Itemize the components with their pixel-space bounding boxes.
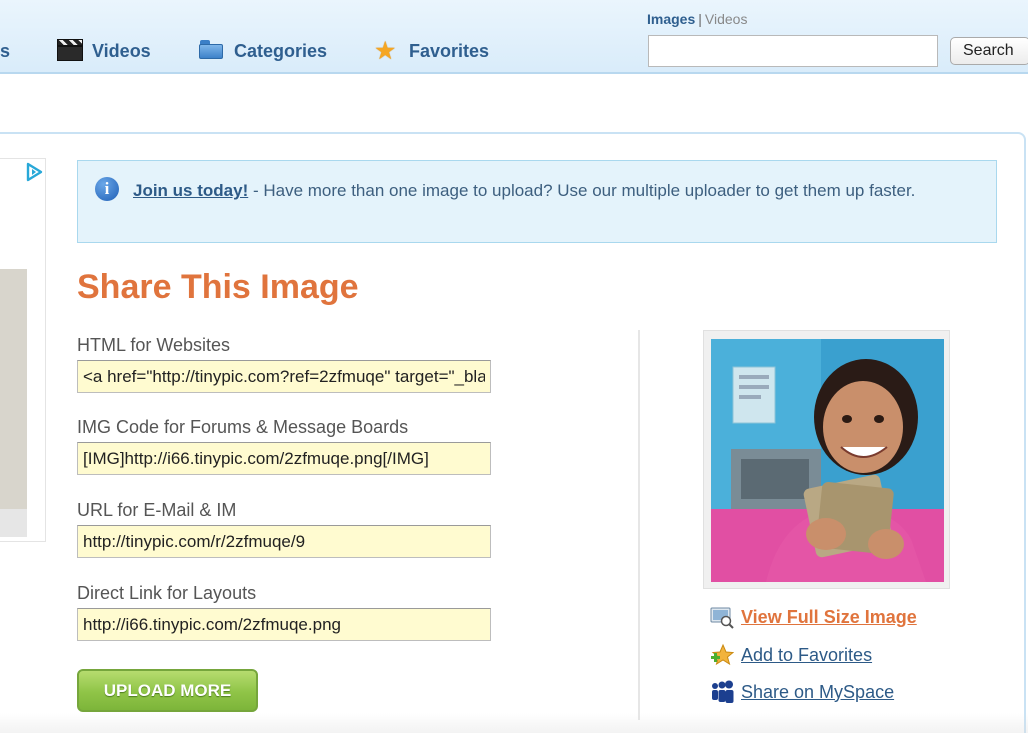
share-on-myspace-link[interactable]: Share on MySpace — [741, 682, 894, 703]
add-to-favorites-link[interactable]: Add to Favorites — [741, 645, 872, 666]
search-tab-separator: | — [698, 11, 702, 27]
info-message: - Have more than one image to upload? Us… — [248, 181, 916, 200]
sidebar-ad[interactable] — [0, 158, 46, 542]
nav-item-label: s — [0, 40, 11, 61]
top-nav-bar: s Videos Categories ★ Favorites Images | V… — [0, 0, 1028, 74]
ad-image-footer — [0, 509, 27, 537]
search-type-tabs: Images | Videos — [647, 11, 747, 27]
search-button[interactable]: Search — [950, 37, 1028, 65]
info-banner: i Join us today! - Have more than one im… — [77, 160, 997, 243]
view-full-size-link[interactable]: View Full Size Image — [741, 607, 917, 628]
myspace-icon — [710, 680, 734, 704]
image-thumbnail-frame — [703, 330, 950, 589]
share-myspace-row[interactable]: Share on MySpace — [710, 679, 894, 705]
search-tab-videos[interactable]: Videos — [705, 11, 748, 27]
bottom-fade — [0, 713, 1028, 733]
search-tab-images[interactable]: Images — [647, 11, 695, 27]
add-favorites-row[interactable]: Add to Favorites — [710, 642, 872, 668]
nav-item-favorites[interactable]: ★ Favorites — [374, 36, 489, 66]
view-full-size-row[interactable]: View Full Size Image — [710, 604, 917, 630]
nav-item-label: Favorites — [409, 40, 490, 61]
nav-item-images-partial[interactable]: s — [0, 36, 10, 66]
html-code-field[interactable] — [77, 360, 491, 393]
direct-link-label: Direct Link for Layouts — [77, 583, 257, 603]
info-icon: i — [95, 177, 119, 201]
img-code-label: IMG Code for Forums & Message Boards — [77, 417, 409, 437]
clapperboard-icon — [57, 39, 83, 63]
nav-item-label: Categories — [234, 40, 328, 61]
url-field[interactable] — [77, 525, 491, 558]
folder-icon — [199, 39, 225, 63]
nav-item-label: Videos — [92, 40, 151, 61]
url-label: URL for E-Mail & IM — [77, 500, 237, 520]
img-code-field[interactable] — [77, 442, 491, 475]
ad-image — [0, 269, 27, 509]
join-us-link[interactable]: Join us today! — [133, 181, 248, 200]
direct-link-field[interactable] — [77, 608, 491, 641]
nav-item-categories[interactable]: Categories — [199, 36, 327, 66]
column-divider — [638, 330, 640, 720]
upload-more-button[interactable]: UPLOAD MORE — [77, 669, 258, 712]
nav-item-videos[interactable]: Videos — [57, 36, 151, 66]
page-title: Share This Image — [77, 268, 359, 306]
star-add-icon — [710, 643, 735, 667]
monitor-zoom-icon — [710, 605, 734, 629]
image-thumbnail[interactable] — [711, 339, 944, 582]
info-banner-text: Join us today! - Have more than one imag… — [133, 177, 973, 204]
html-code-label: HTML for Websites — [77, 335, 231, 355]
adchoices-icon[interactable] — [24, 162, 44, 182]
star-icon: ★ — [374, 37, 397, 65]
search-input[interactable] — [648, 35, 938, 67]
